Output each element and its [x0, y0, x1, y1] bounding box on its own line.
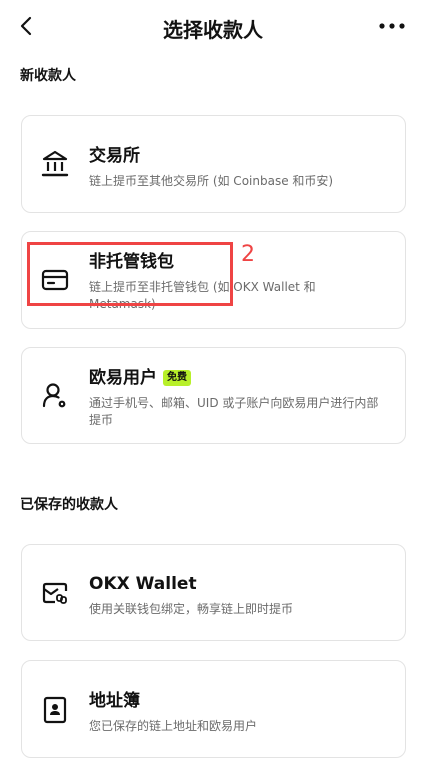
linked-wallet-icon — [40, 578, 70, 608]
option-okx-wallet[interactable]: OKX Wallet 使用关联钱包绑定，畅享链上即时提币 — [21, 544, 406, 641]
wallet-card-icon — [40, 265, 70, 295]
option-exchange[interactable]: 交易所 链上提币至其他交易所 (如 Coinbase 和币安) — [21, 115, 406, 213]
option-non-custodial-name: 非托管钱包 — [89, 252, 174, 272]
option-non-custodial-desc: 链上提币至非托管钱包 (如 OKX Wallet 和 Metamask) — [89, 280, 316, 311]
page-title: 选择收款人 — [163, 18, 263, 42]
option-exchange-name: 交易所 — [89, 146, 140, 166]
option-okx-user-name-row: 欧易用户 免费 — [89, 367, 385, 389]
option-okx-wallet-desc: 使用关联钱包绑定，畅享链上即时提币 — [89, 602, 294, 616]
section-new-payee: 新收款人 — [20, 68, 76, 84]
option-address-book[interactable]: 地址簿 您已保存的链上地址和欧易用户 — [21, 660, 406, 758]
more-horizontal-icon — [379, 23, 405, 29]
more-button[interactable] — [378, 14, 406, 38]
option-address-book-desc: 您已保存的链上地址和欧易用户 — [89, 719, 258, 733]
option-okx-user[interactable]: 欧易用户 免费 通过手机号、邮箱、UID 或子账户向欧易用户进行内部提币 — [21, 347, 406, 444]
option-okx-user-name: 欧易用户 — [89, 368, 157, 388]
user-settings-icon — [40, 380, 70, 410]
option-non-custodial-wallet[interactable]: 非托管钱包 链上提币至非托管钱包 (如 OKX Wallet 和 Metamas… — [21, 231, 406, 329]
option-exchange-desc: 链上提币至其他交易所 (如 Coinbase 和币安) — [89, 174, 334, 188]
section-saved-payee: 已保存的收款人 — [20, 497, 118, 513]
address-book-icon — [40, 695, 70, 725]
option-okx-wallet-name: OKX Wallet — [89, 574, 197, 594]
free-badge: 免费 — [163, 370, 191, 386]
header: 选择收款人 — [0, 0, 426, 56]
annotation-number: 2 — [241, 242, 255, 267]
option-okx-user-desc: 通过手机号、邮箱、UID 或子账户向欧易用户进行内部提币 — [89, 396, 379, 427]
bank-icon — [40, 149, 70, 179]
option-address-book-name: 地址簿 — [89, 691, 140, 711]
